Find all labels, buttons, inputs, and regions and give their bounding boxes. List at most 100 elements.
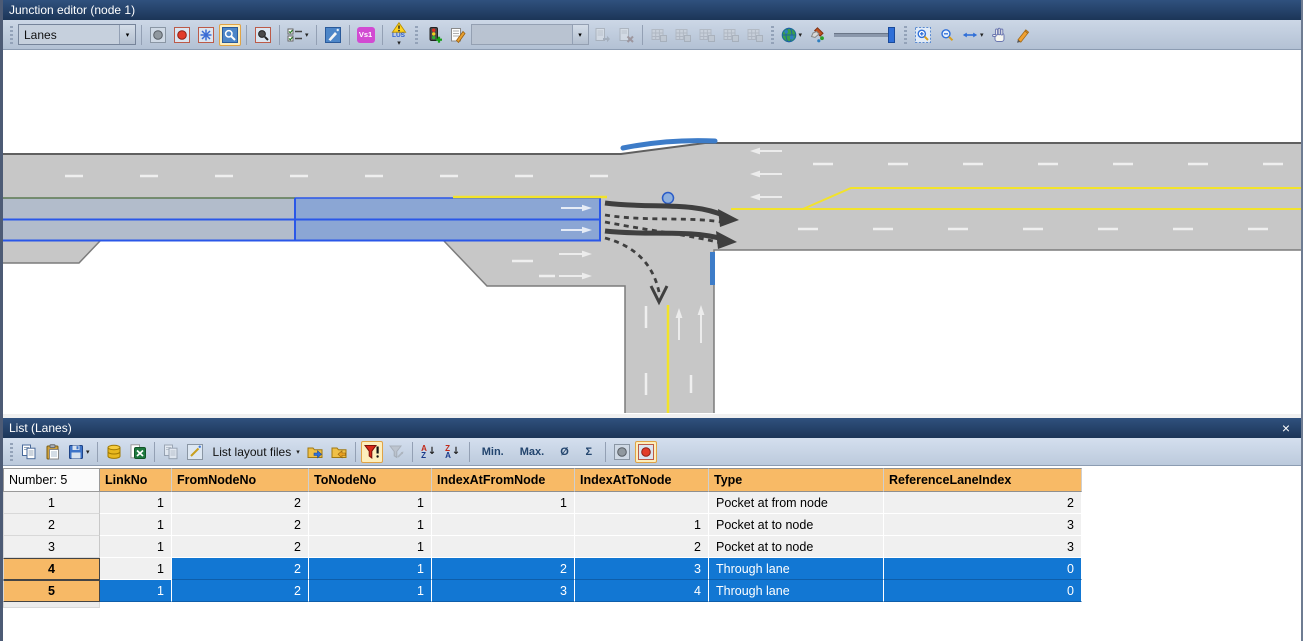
cell-type[interactable]: Through lane: [709, 558, 884, 580]
column-header-tonodeno[interactable]: ToNodeNo: [309, 468, 432, 492]
zoom-in-icon[interactable]: [912, 24, 934, 46]
column-header-indexatfromnode[interactable]: IndexAtFromNode: [432, 468, 575, 492]
cell-tonodeno[interactable]: 1: [309, 514, 432, 536]
column-header-type[interactable]: Type: [709, 468, 884, 492]
row-number[interactable]: 1: [3, 492, 100, 514]
table-row[interactable]: 31212Pocket at to node3: [3, 536, 1301, 558]
min-button[interactable]: Min.: [475, 441, 511, 463]
cell-linkno[interactable]: 1: [100, 580, 172, 602]
column-header-indexattonode[interactable]: IndexAtToNode: [575, 468, 709, 492]
copy-icon[interactable]: [18, 441, 40, 463]
add-signal-controller-icon[interactable]: [423, 24, 445, 46]
delete-node-icon[interactable]: [615, 24, 637, 46]
cell-indexattonode[interactable]: 3: [575, 558, 709, 580]
cell-indexatfromnode[interactable]: 2: [432, 558, 575, 580]
cell-type[interactable]: Pocket at to node: [709, 536, 884, 558]
chevron-down-icon[interactable]: ▾: [119, 25, 135, 44]
database-icon[interactable]: [103, 441, 125, 463]
sort-ascending-icon[interactable]: AZ↓: [418, 441, 440, 463]
duplicate-icon[interactable]: [160, 441, 182, 463]
save-layout-icon[interactable]: [328, 441, 350, 463]
signal-warning-icon[interactable]: LUS▾: [388, 24, 410, 46]
clear-filter-icon[interactable]: [385, 441, 407, 463]
cell-indexatfromnode[interactable]: 3: [432, 580, 575, 602]
mean-button[interactable]: Ø: [553, 441, 576, 463]
remove-lane-icon[interactable]: [696, 24, 718, 46]
column-header-fromnodeno[interactable]: FromNodeNo: [172, 468, 309, 492]
export-node-icon[interactable]: [591, 24, 613, 46]
column-header-referencelaneindex[interactable]: ReferenceLaneIndex: [884, 468, 1082, 492]
table-row[interactable]: 512134Through lane0: [3, 580, 1301, 602]
add-pocket-icon[interactable]: [720, 24, 742, 46]
cell-type[interactable]: Pocket at from node: [709, 492, 884, 514]
cell-fromnodeno[interactable]: 2: [172, 558, 309, 580]
cell-referencelaneindex[interactable]: 2: [884, 492, 1082, 514]
remove-pocket-icon[interactable]: [744, 24, 766, 46]
chevron-down-icon[interactable]: ▾: [572, 25, 588, 44]
cell-linkno[interactable]: 1: [100, 558, 172, 580]
insert-mode-icon[interactable]: [147, 24, 169, 46]
cell-linkno[interactable]: 1: [100, 492, 172, 514]
cell-indexattonode[interactable]: [575, 492, 709, 514]
cell-fromnodeno[interactable]: 2: [172, 580, 309, 602]
table-row[interactable]: 412123Through lane0: [3, 558, 1301, 580]
save-icon[interactable]: ▾: [66, 441, 92, 463]
autozoom-icon[interactable]: [252, 24, 274, 46]
zoom-fit-icon[interactable]: ▾: [960, 24, 986, 46]
table-row[interactable]: 21211Pocket at to node3: [3, 514, 1301, 536]
row-number[interactable]: 2: [3, 514, 100, 536]
sync-selection-icon[interactable]: [611, 441, 633, 463]
network-object-combobox[interactable]: Lanes▾: [18, 24, 136, 45]
excel-export-icon[interactable]: [127, 441, 149, 463]
cell-referencelaneindex[interactable]: 0: [884, 558, 1082, 580]
edit-signal-controller-icon[interactable]: [447, 24, 469, 46]
cell-linkno[interactable]: 1: [100, 536, 172, 558]
network-object-list-icon[interactable]: ▾: [285, 24, 311, 46]
row-number[interactable]: 4: [3, 558, 100, 580]
cell-tonodeno[interactable]: 1: [309, 536, 432, 558]
attribute-selection-icon[interactable]: [184, 441, 206, 463]
cell-indexatfromnode[interactable]: 1: [432, 492, 575, 514]
cell-type[interactable]: Pocket at to node: [709, 514, 884, 536]
cell-referencelaneindex[interactable]: 3: [884, 536, 1082, 558]
column-header-linkno[interactable]: LinkNo: [100, 468, 172, 492]
vehicle-state-icon[interactable]: Vs1: [355, 24, 377, 46]
cell-fromnodeno[interactable]: 2: [172, 492, 309, 514]
zoom-out-icon[interactable]: [936, 24, 958, 46]
open-layout-icon[interactable]: [304, 441, 326, 463]
close-icon[interactable]: ×: [1277, 421, 1295, 435]
signal-program-combobox[interactable]: ▾: [471, 24, 589, 45]
cell-indexattonode[interactable]: 2: [575, 536, 709, 558]
max-button[interactable]: Max.: [513, 441, 551, 463]
cell-linkno[interactable]: 1: [100, 514, 172, 536]
add-lane-icon[interactable]: [672, 24, 694, 46]
table-row[interactable]: 11211Pocket at from node2: [3, 492, 1301, 514]
cell-indexatfromnode[interactable]: [432, 536, 575, 558]
edit-graphics-icon[interactable]: [1012, 24, 1034, 46]
detail-level-slider[interactable]: [834, 27, 895, 43]
background-map-icon[interactable]: ▾: [779, 24, 805, 46]
autoselect-icon[interactable]: [635, 441, 657, 463]
cell-tonodeno[interactable]: 1: [309, 492, 432, 514]
paste-icon[interactable]: [42, 441, 64, 463]
cell-tonodeno[interactable]: 1: [309, 558, 432, 580]
list-layout-files-menu[interactable]: List layout files▾: [208, 441, 302, 463]
selection-mode-icon[interactable]: [195, 24, 217, 46]
pan-icon[interactable]: [988, 24, 1010, 46]
sort-descending-icon[interactable]: ZA↓: [442, 441, 464, 463]
merge-lanes-icon[interactable]: [648, 24, 670, 46]
edit-mode-icon[interactable]: [171, 24, 193, 46]
cell-referencelaneindex[interactable]: 0: [884, 580, 1082, 602]
row-number[interactable]: 3: [3, 536, 100, 558]
junction-canvas[interactable]: [3, 50, 1301, 414]
cell-indexatfromnode[interactable]: [432, 514, 575, 536]
cell-indexattonode[interactable]: 1: [575, 514, 709, 536]
sum-button[interactable]: Σ: [578, 441, 600, 463]
slider-handle[interactable]: [888, 27, 895, 43]
cell-fromnodeno[interactable]: 2: [172, 536, 309, 558]
quick-mode-icon[interactable]: [322, 24, 344, 46]
cell-referencelaneindex[interactable]: 3: [884, 514, 1082, 536]
redraw-icon[interactable]: [806, 24, 828, 46]
cell-indexattonode[interactable]: 4: [575, 580, 709, 602]
cell-tonodeno[interactable]: 1: [309, 580, 432, 602]
